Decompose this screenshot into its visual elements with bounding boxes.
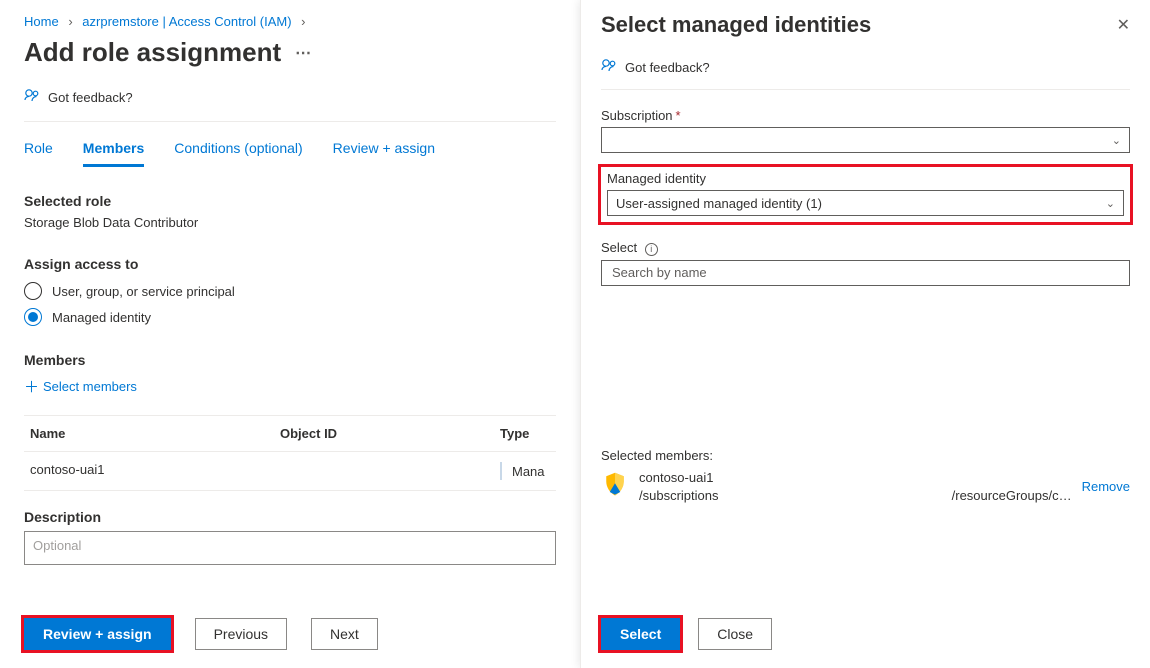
- subscription-label: Subscription*: [601, 108, 1130, 123]
- previous-button[interactable]: Previous: [195, 618, 287, 650]
- description-label: Description: [24, 509, 556, 525]
- radio-icon: [24, 282, 42, 300]
- selected-role-title: Selected role: [24, 193, 556, 209]
- table-header: Name Object ID Type: [24, 416, 556, 452]
- breadcrumb-sep: ›: [301, 14, 305, 29]
- right-title: Select managed identities: [601, 12, 871, 38]
- radio-icon: [24, 308, 42, 326]
- breadcrumb-sep: ›: [68, 14, 72, 29]
- right-feedback-label: Got feedback?: [625, 60, 710, 75]
- select-search-input[interactable]: [601, 260, 1130, 286]
- assign-access-title: Assign access to: [24, 256, 556, 272]
- radio-label: Managed identity: [52, 310, 151, 325]
- managed-identity-highlight: Managed identity User-assigned managed i…: [601, 167, 1130, 222]
- tab-review[interactable]: Review + assign: [333, 140, 435, 167]
- member-path-left: /subscriptions: [639, 487, 718, 505]
- managed-identity-value: User-assigned managed identity (1): [616, 196, 822, 211]
- managed-identity-label: Managed identity: [607, 171, 1124, 186]
- page-title: Add role assignment: [24, 37, 281, 68]
- table-row[interactable]: contoso-uai1 Mana: [24, 452, 556, 490]
- radio-managed-identity[interactable]: Managed identity: [24, 308, 556, 326]
- selected-members-section: Selected members: contoso-uai1 /subscrip…: [601, 448, 1130, 504]
- breadcrumb-iam[interactable]: azrpremstore | Access Control (IAM): [82, 14, 291, 29]
- search-field[interactable]: [610, 264, 1121, 281]
- more-icon[interactable]: ⋯: [295, 43, 313, 63]
- cell-type: Mana: [500, 462, 550, 480]
- members-table: Name Object ID Type contoso-uai1 Mana: [24, 415, 556, 491]
- member-path-right: /resourceGroups/c…: [952, 487, 1072, 505]
- select-members-label: Select members: [43, 379, 137, 394]
- select-label: Select i: [601, 240, 1130, 256]
- identity-icon: [601, 471, 629, 502]
- cell-name: contoso-uai1: [30, 462, 280, 480]
- subscription-select[interactable]: ⌄: [601, 127, 1130, 153]
- right-footer: Select Close: [601, 618, 772, 650]
- col-type: Type: [500, 426, 550, 441]
- subscription-label-text: Subscription: [601, 108, 673, 123]
- chevron-down-icon: ⌄: [1112, 134, 1121, 147]
- selected-members-label: Selected members:: [601, 448, 1130, 463]
- assign-access-radio-group: User, group, or service principal Manage…: [24, 282, 556, 326]
- select-button[interactable]: Select: [601, 618, 680, 650]
- required-star: *: [676, 108, 681, 123]
- close-button[interactable]: Close: [698, 618, 772, 650]
- cell-object-id: [280, 462, 500, 480]
- page-title-row: Add role assignment ⋯: [24, 37, 556, 68]
- member-name: contoso-uai1: [639, 469, 1072, 487]
- left-footer: Review + assign Previous Next: [24, 618, 378, 650]
- cell-type-text: Mana: [512, 464, 545, 479]
- selected-member-row: contoso-uai1 /subscriptions /resourceGro…: [601, 469, 1130, 504]
- select-label-text: Select: [601, 240, 637, 255]
- feedback-link[interactable]: Got feedback?: [24, 88, 556, 122]
- col-name: Name: [30, 426, 280, 441]
- plus-icon: ＋: [24, 376, 39, 397]
- next-button[interactable]: Next: [311, 618, 378, 650]
- feedback-label: Got feedback?: [48, 90, 133, 105]
- col-object-id: Object ID: [280, 426, 500, 441]
- selected-role-value: Storage Blob Data Contributor: [24, 215, 556, 230]
- select-members-link[interactable]: ＋ Select members: [24, 376, 137, 397]
- tab-members[interactable]: Members: [83, 140, 144, 167]
- chevron-down-icon: ⌄: [1106, 197, 1115, 210]
- member-text: contoso-uai1 /subscriptions /resourceGro…: [639, 469, 1072, 504]
- review-assign-button[interactable]: Review + assign: [24, 618, 171, 650]
- divider-icon: [500, 462, 502, 480]
- tab-role[interactable]: Role: [24, 140, 53, 167]
- remove-link[interactable]: Remove: [1082, 479, 1130, 494]
- close-icon[interactable]: ✕: [1117, 15, 1130, 35]
- members-title: Members: [24, 352, 556, 368]
- feedback-icon: [24, 88, 40, 107]
- tab-conditions[interactable]: Conditions (optional): [174, 140, 302, 167]
- right-flyout: Select managed identities ✕ Got feedback…: [580, 0, 1150, 668]
- breadcrumb: Home › azrpremstore | Access Control (IA…: [24, 14, 556, 29]
- description-input[interactable]: Optional: [24, 531, 556, 565]
- right-feedback-link[interactable]: Got feedback?: [601, 58, 1130, 90]
- info-icon[interactable]: i: [645, 243, 658, 256]
- radio-label: User, group, or service principal: [52, 284, 235, 299]
- tabs: Role Members Conditions (optional) Revie…: [24, 140, 556, 167]
- feedback-icon: [601, 58, 617, 77]
- breadcrumb-home[interactable]: Home: [24, 14, 59, 29]
- managed-identity-select[interactable]: User-assigned managed identity (1) ⌄: [607, 190, 1124, 216]
- right-title-row: Select managed identities ✕: [601, 12, 1130, 38]
- main-content: Home › azrpremstore | Access Control (IA…: [0, 0, 580, 668]
- radio-user-group[interactable]: User, group, or service principal: [24, 282, 556, 300]
